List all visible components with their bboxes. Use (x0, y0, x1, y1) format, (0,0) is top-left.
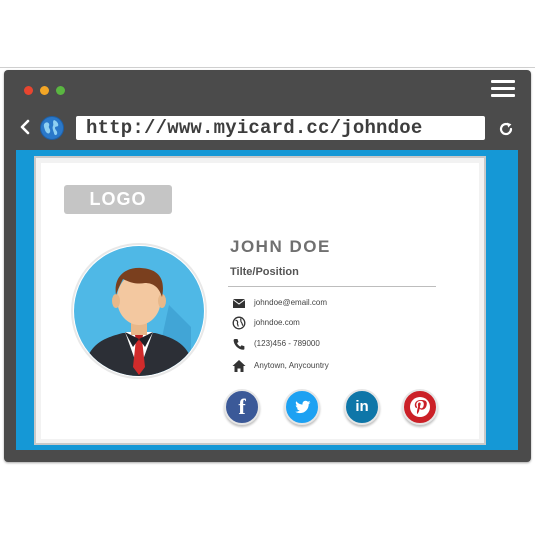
pinterest-icon (410, 397, 430, 417)
address-bar[interactable]: http://www.myicard.cc/johndoe (76, 116, 485, 140)
contact-address-text: Anytown, Anycountry (254, 361, 329, 370)
address-bar-url: http://www.myicard.cc/johndoe (86, 117, 423, 139)
contact-email[interactable]: johndoe@email.com (232, 296, 452, 310)
minimize-window-button[interactable] (40, 86, 49, 95)
contact-phone-text: (123)456 - 789000 (254, 339, 320, 348)
contact-website[interactable]: johndoe.com (232, 316, 452, 330)
profile-avatar (71, 243, 207, 379)
email-icon (232, 299, 246, 308)
person-position: Tilte/Position (230, 266, 299, 278)
close-window-button[interactable] (24, 86, 33, 95)
refresh-icon[interactable] (498, 121, 514, 137)
twitter-button[interactable] (284, 389, 320, 425)
chevron-left-icon[interactable] (18, 117, 32, 137)
person-name: JOHN DOE (230, 237, 331, 256)
linkedin-button[interactable]: in (344, 389, 380, 425)
top-divider-line (0, 67, 535, 68)
home-icon (232, 360, 246, 372)
phone-icon (233, 339, 245, 350)
maximize-window-button[interactable] (56, 86, 65, 95)
pinterest-button[interactable] (402, 389, 438, 425)
contact-phone[interactable]: (123)456 - 789000 (232, 337, 452, 351)
contact-address[interactable]: Anytown, Anycountry (232, 359, 452, 373)
hamburger-menu-icon[interactable] (491, 80, 515, 98)
contact-website-text: johndoe.com (254, 318, 300, 327)
globe-icon (40, 116, 64, 140)
linkedin-icon: in (355, 398, 369, 415)
facebook-button[interactable]: f (224, 389, 260, 425)
facebook-icon: f (238, 394, 246, 419)
twitter-icon (295, 400, 311, 414)
logo-placeholder: LOGO (64, 185, 172, 214)
name-divider (228, 286, 436, 287)
contact-email-text: johndoe@email.com (254, 298, 328, 307)
globe-icon (232, 316, 246, 330)
